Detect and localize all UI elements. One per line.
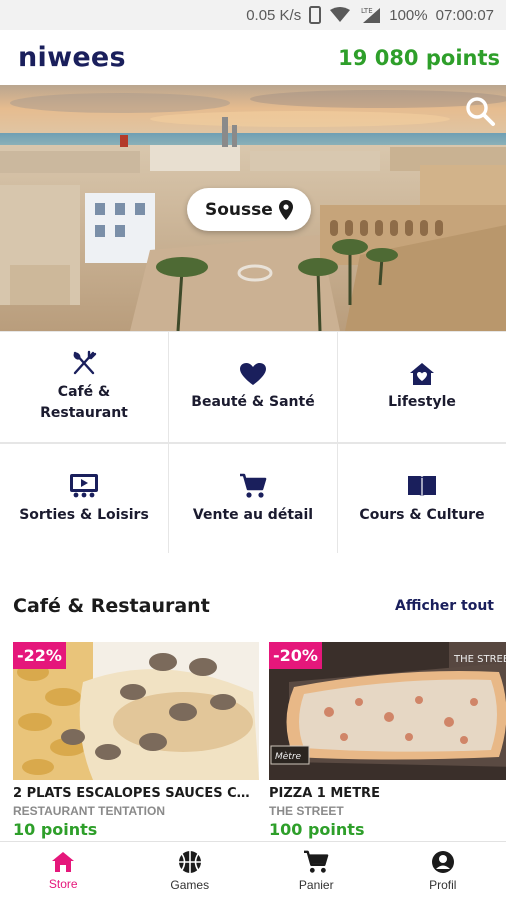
- status-bar: 0.05 K/s LTE 100% 07:00:07: [0, 0, 506, 30]
- offer-card[interactable]: Mètre THE STREE -20% PIZZA 1 MÈTRE THE S…: [269, 642, 506, 839]
- nav-label: Profil: [429, 878, 457, 892]
- network-type-label: LTE: [361, 7, 373, 15]
- category-cours-culture[interactable]: Cours & Culture: [338, 444, 506, 554]
- category-label: Vente au détail: [192, 506, 314, 523]
- book-icon: [408, 475, 436, 497]
- brand-logo[interactable]: niwees: [18, 42, 126, 73]
- city-selector[interactable]: Sousse: [187, 188, 311, 231]
- nav-label: Panier: [298, 878, 334, 892]
- nav-panier[interactable]: Panier: [253, 842, 380, 900]
- map-pin-icon: [278, 199, 293, 220]
- signal-icon: LTE: [359, 6, 381, 24]
- utensils-icon: [73, 350, 97, 375]
- offer-image: -22%: [13, 642, 259, 780]
- discount-badge: -22%: [13, 642, 66, 669]
- offer-points: 100 points: [269, 820, 365, 839]
- category-lifestyle[interactable]: Lifestyle: [338, 332, 506, 442]
- category-label: Café & Restaurant: [40, 384, 128, 421]
- svg-text:THE STREE: THE STREE: [453, 654, 506, 665]
- presentation-icon: [70, 473, 98, 497]
- city-name: Sousse: [205, 199, 273, 220]
- offer-shop: THE STREET: [269, 804, 344, 818]
- heart-icon: [240, 362, 266, 385]
- nav-label: Store: [48, 877, 78, 891]
- search-icon[interactable]: [464, 95, 496, 127]
- home-heart-icon: [410, 362, 434, 385]
- offer-title: PIZZA 1 MÈTRE: [269, 786, 380, 801]
- cart-icon: [240, 473, 267, 498]
- store-icon: [52, 852, 75, 872]
- offer-image: Mètre THE STREE -20%: [269, 642, 506, 780]
- offer-card[interactable]: -22% 2 PLATS ESCALOPES SAUCES CHAMPIGNON…: [13, 642, 259, 839]
- app-header: niwees 19 080 points: [0, 30, 506, 85]
- city-hero-banner: Sousse: [0, 85, 506, 331]
- phone-icon: [309, 6, 322, 24]
- category-sorties-loisirs[interactable]: Sorties & Loisirs: [0, 444, 168, 554]
- see-all-link[interactable]: Afficher tout: [395, 598, 494, 614]
- section-header: Café & Restaurant Afficher tout: [0, 590, 506, 622]
- category-grid: Café & Restaurant Beauté & Santé Lifesty…: [0, 331, 506, 554]
- battery-level: 100%: [389, 6, 428, 24]
- nav-profil[interactable]: Profil: [380, 842, 506, 900]
- discount-badge: -20%: [269, 642, 322, 669]
- offer-shop: RESTAURANT TENTATION: [13, 804, 165, 818]
- network-speed: 0.05 K/s: [246, 6, 302, 24]
- category-cafe-restaurant[interactable]: Café & Restaurant: [0, 332, 168, 442]
- category-label: Cours & Culture: [359, 506, 485, 523]
- nav-games[interactable]: Games: [127, 842, 254, 900]
- category-label: Beauté & Santé: [191, 393, 315, 410]
- category-label: Sorties & Loisirs: [19, 506, 149, 523]
- offers-carousel[interactable]: -22% 2 PLATS ESCALOPES SAUCES CHAMPIGNON…: [13, 642, 506, 842]
- points-balance[interactable]: 19 080 points: [338, 46, 500, 70]
- clock: 07:00:07: [435, 6, 494, 24]
- nav-label: Games: [170, 878, 210, 892]
- nav-store[interactable]: Store: [0, 842, 127, 900]
- category-beaute-sante[interactable]: Beauté & Santé: [169, 332, 337, 442]
- svg-text:Mètre: Mètre: [275, 751, 302, 762]
- offer-points: 10 points: [13, 820, 98, 839]
- basketball-icon: [178, 851, 201, 873]
- user-icon: [431, 851, 454, 873]
- section-title: Café & Restaurant: [13, 595, 210, 617]
- cart-icon: [304, 850, 329, 873]
- offer-title: 2 PLATS ESCALOPES SAUCES CHAMPIGNONS: [13, 786, 257, 801]
- bottom-navigation: Store Games Panier Profil: [0, 841, 506, 900]
- category-vente-detail[interactable]: Vente au détail: [169, 444, 337, 554]
- wifi-icon: [329, 7, 351, 23]
- category-label: Lifestyle: [388, 393, 456, 410]
